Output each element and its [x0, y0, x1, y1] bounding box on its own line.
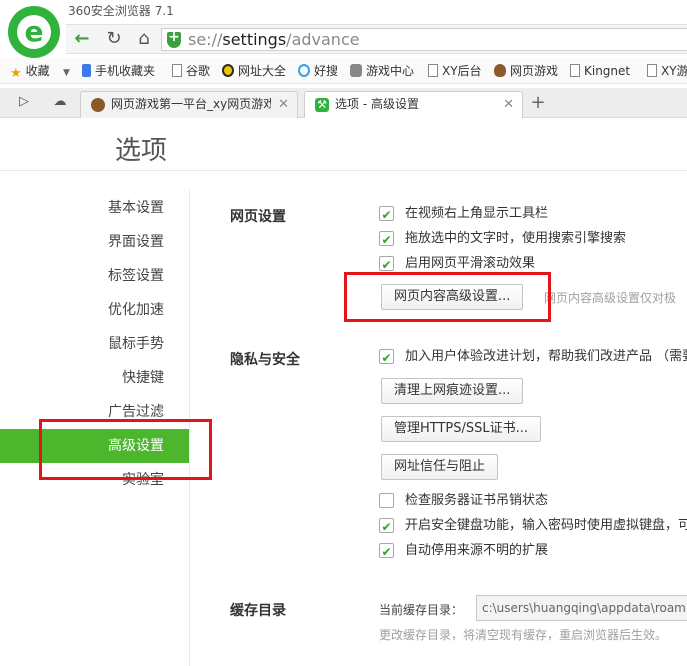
tab-strip: ▷ ☁ 网页游戏第一平台_xy网页游戏: ✕ 选项 - 高级设置 ✕ +: [0, 88, 687, 118]
search-q-icon: [298, 64, 310, 77]
checkbox[interactable]: [379, 543, 394, 561]
settings-icon: [315, 92, 329, 117]
bookmark-mobile-favorites[interactable]: 手机收藏夹: [82, 62, 155, 80]
bookmark-site-directory[interactable]: 网址大全: [222, 62, 286, 80]
address-bar[interactable]: se://settings/advance: [161, 28, 687, 51]
header-divider: [0, 170, 687, 171]
page-icon: [570, 64, 580, 77]
cache-directory-label: 当前缓存目录：: [379, 603, 464, 617]
new-tab-plus-icon[interactable]: +: [528, 91, 548, 115]
clear-traces-settings-button[interactable]: 清理上网痕迹设置...: [381, 378, 524, 404]
page-icon: [647, 64, 657, 77]
sidebar-toggle-icon[interactable]: ▷: [14, 94, 34, 109]
home-icon[interactable]: ⌂: [132, 28, 156, 50]
web-content-hint: 网页内容高级设置仅对极: [544, 291, 677, 305]
cache-directory-field[interactable]: c:\users\huangqing\appdata\roaming: [476, 595, 687, 621]
sidebar-item-shortcuts[interactable]: 快捷键: [122, 361, 164, 395]
window-title: 360安全浏览器 7.1: [68, 4, 174, 18]
cache-directory-hint: 更改缓存目录，将清空现有缓存，重启浏览器后生效。: [379, 628, 668, 642]
manage-certificates-button[interactable]: 管理HTTPS/SSL证书...: [381, 416, 542, 442]
bookmarks-bar: ★ 收藏 ▼ 手机收藏夹 谷歌 网址大全 好搜 游戏中心 XY后台 网页游戏 Ki…: [0, 58, 687, 84]
highlight-box-web-content: [344, 272, 551, 322]
close-icon[interactable]: ✕: [278, 92, 289, 117]
checkbox[interactable]: [379, 349, 394, 367]
sidebar-item-optimize[interactable]: 优化加速: [108, 293, 164, 327]
sidebar-item-tabs[interactable]: 标签设置: [108, 259, 164, 293]
checkbox[interactable]: [379, 518, 394, 536]
refresh-icon[interactable]: ↻: [102, 28, 126, 50]
page-icon: [428, 64, 438, 77]
bookmark-kingnet[interactable]: Kingnet: [570, 62, 630, 80]
cloud-icon[interactable]: ☁: [50, 94, 70, 109]
checkbox[interactable]: [379, 206, 394, 224]
pet-icon: [91, 98, 105, 112]
bookmark-xy-admin[interactable]: XY后台: [428, 62, 482, 80]
gamepad-icon: [350, 64, 362, 77]
url-trust-block-button[interactable]: 网址信任与阻止: [381, 454, 499, 480]
address-url[interactable]: se://settings/advance: [188, 30, 360, 49]
section-title-web: 网页设置: [230, 209, 286, 225]
sidebar-item-interface[interactable]: 界面设置: [108, 225, 164, 259]
checkbox[interactable]: [379, 231, 394, 249]
bookmark-favorites[interactable]: ★ 收藏: [10, 62, 50, 81]
bookmark-web-games[interactable]: 网页游戏: [494, 62, 558, 80]
security-shield-icon: [167, 29, 181, 48]
bookmark-dropdown-icon[interactable]: ▼: [63, 62, 70, 80]
sidebar-item-mouse-gesture[interactable]: 鼠标手势: [108, 327, 164, 361]
close-icon[interactable]: ✕: [503, 92, 514, 117]
back-arrow-icon[interactable]: ←: [70, 28, 94, 50]
bookmark-xy-game[interactable]: XY游: [647, 62, 687, 80]
checkbox[interactable]: [379, 493, 394, 508]
section-title-cache: 缓存目录: [230, 603, 286, 619]
tab-settings[interactable]: 选项 - 高级设置 ✕: [304, 91, 523, 118]
globe-icon: [222, 64, 234, 77]
navigation-bar: ← ↻ ⌂ se://settings/advance: [66, 24, 687, 54]
bookmark-game-center[interactable]: 游戏中心: [350, 62, 414, 80]
sidebar-item-basic[interactable]: 基本设置: [108, 191, 164, 225]
page-title: 选项: [115, 136, 168, 166]
star-icon: ★: [10, 66, 22, 81]
bookmark-google[interactable]: 谷歌: [172, 62, 210, 80]
page-icon: [172, 64, 182, 77]
highlight-box-advanced: [39, 419, 212, 480]
pet-icon: [494, 64, 506, 77]
tab-web-games[interactable]: 网页游戏第一平台_xy网页游戏: ✕: [80, 91, 298, 118]
checkbox[interactable]: [379, 256, 394, 274]
browser-logo-icon: e: [8, 6, 60, 58]
section-title-privacy: 隐私与安全: [230, 352, 300, 368]
bookmark-haosou[interactable]: 好搜: [298, 62, 338, 80]
phone-icon: [82, 64, 91, 77]
browser-chrome: e 360安全浏览器 7.1 ← ↻ ⌂ se://settings/advan…: [0, 0, 687, 118]
